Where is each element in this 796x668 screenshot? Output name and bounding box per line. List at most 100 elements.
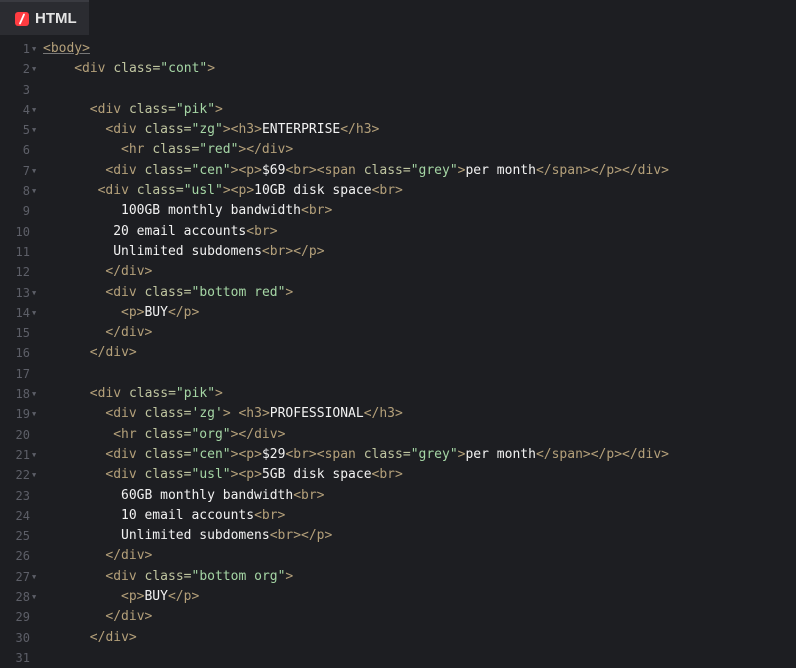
code-line: 31 (0, 648, 796, 668)
code-token: <body> (43, 41, 90, 56)
code-line: 12 </div> (0, 262, 796, 282)
code-token: BUY (144, 304, 168, 320)
code-line: 30 </div> (0, 628, 796, 648)
code-token: 20 email accounts (113, 223, 247, 239)
code-token: "cen" (191, 162, 231, 178)
editor-tab-bar: HTML (0, 0, 796, 35)
code-token: <div (105, 446, 145, 462)
fold-arrow-icon[interactable]: ▼ (32, 181, 36, 201)
code-token: <br><span (285, 162, 364, 178)
code-token: <div (105, 122, 145, 138)
line-number: 1 (22, 42, 30, 56)
code-token: <div (105, 284, 145, 300)
code-token: ><p> (230, 446, 262, 462)
code-line: 9 100GB monthly bandwidth<br> (0, 201, 796, 221)
code-token: class= (136, 183, 184, 199)
code-token: </span></p></div> (535, 446, 669, 462)
code-token: <br> (293, 487, 325, 503)
code-token: <br></p> (269, 528, 333, 544)
code-line: 27 ▼ <div class="bottom org"> (0, 567, 796, 587)
code-token: class= (113, 61, 161, 77)
code-token: <div (89, 101, 129, 117)
fold-arrow-icon[interactable]: ▼ (32, 567, 36, 587)
code-token: > (207, 61, 216, 77)
fold-arrow-icon[interactable]: ▼ (32, 465, 36, 485)
code-line: 25 Unlimited subdomens<br></p> (0, 526, 796, 546)
code-text: <hr class="org"></div> (113, 425, 285, 445)
code-token: "usl" (191, 467, 231, 483)
fold-arrow-icon[interactable]: ▼ (32, 283, 36, 303)
code-token: "cen" (191, 446, 231, 462)
line-number: 6 (22, 143, 30, 158)
code-token: ><p> (230, 162, 262, 178)
code-line: 20 <hr class="org"></div> (0, 425, 796, 445)
code-token: </div> (105, 264, 153, 280)
line-number: 14 (15, 305, 30, 320)
code-token: ><h3> (222, 122, 262, 138)
code-line: 7 ▼ <div class="cen"><p>$69<br><span class… (0, 161, 796, 181)
code-line: 6 <hr class="red"></div> (0, 140, 796, 160)
line-number: 25 (15, 529, 30, 544)
code-token: <br> (371, 183, 403, 199)
code-token: ></div> (238, 142, 294, 158)
code-token: class= (144, 406, 192, 422)
code-token: class= (144, 467, 192, 483)
code-token: class= (128, 101, 176, 117)
code-line: 2 ▼ <div class="cont"> (0, 59, 796, 79)
tab-label: HTML (35, 10, 77, 27)
code-token: <hr (113, 426, 145, 442)
code-text: <hr class="red"></div> (121, 140, 293, 160)
code-token: > (215, 101, 223, 117)
line-number: 22 (15, 468, 30, 483)
line-number: 27 (15, 569, 30, 584)
code-line: 15 </div> (0, 323, 796, 343)
code-token: BUY (144, 589, 168, 605)
line-number: 13 (15, 285, 30, 300)
code-token: "red" (199, 142, 239, 158)
code-text: <div class="bottom org"> (105, 567, 293, 587)
line-number: 4 (22, 102, 30, 117)
html-logo-icon (15, 11, 29, 26)
code-text: <div class="cen"><p>$69<br><span class="… (105, 161, 669, 181)
code-text: 10 email accounts<br> (121, 506, 285, 526)
code-line: 19 ▼ <div class='zg'> <h3>PROFESSIONAL</h3… (0, 404, 796, 424)
code-token: </div> (105, 325, 153, 341)
line-number: 8 (22, 184, 30, 199)
code-token: <div (105, 467, 145, 483)
code-token: > <h3> (222, 406, 270, 422)
fold-arrow-icon[interactable]: ▼ (32, 587, 36, 607)
fold-arrow-icon[interactable]: ▼ (32, 120, 36, 140)
code-token: <br></p> (261, 243, 325, 259)
fold-arrow-icon[interactable]: ▼ (32, 100, 36, 120)
code-token: </p> (167, 304, 200, 320)
code-line: 11 Unlimited subdomens<br></p> (0, 242, 796, 262)
code-token: </span></p></div> (535, 162, 669, 178)
code-token: 5GB disk space (261, 467, 372, 483)
line-number: 26 (15, 549, 30, 564)
code-token: </h3> (340, 122, 380, 138)
tab-html[interactable]: HTML (0, 0, 89, 35)
code-token: <br> (254, 507, 286, 523)
line-number: 15 (15, 326, 30, 341)
code-line: 10 20 email accounts<br> (0, 222, 796, 242)
code-token: class= (144, 568, 192, 584)
code-token: Unlimited subdomens (113, 243, 262, 259)
fold-arrow-icon[interactable]: ▼ (32, 39, 36, 59)
code-token: > (285, 284, 294, 300)
fold-arrow-icon[interactable]: ▼ (32, 404, 36, 424)
fold-arrow-icon[interactable]: ▼ (32, 161, 36, 181)
code-text: <p>BUY</p> (121, 303, 199, 323)
fold-arrow-icon[interactable]: ▼ (32, 303, 36, 323)
code-text: </div> (105, 546, 152, 566)
line-number: 29 (15, 610, 30, 625)
code-token: </div> (105, 548, 153, 564)
code-token: <br> (371, 467, 403, 483)
code-line: 13 ▼ <div class="bottom red"> (0, 283, 796, 303)
fold-arrow-icon[interactable]: ▼ (32, 384, 36, 404)
code-line: 29 </div> (0, 607, 796, 627)
fold-arrow-icon[interactable]: ▼ (32, 445, 36, 465)
code-token: ENTERPRISE (261, 122, 341, 138)
code-editor[interactable]: 1 ▼ <body> 2 ▼ <div class="cont"> 3 4 ▼ <div clas… (0, 35, 796, 665)
fold-arrow-icon[interactable]: ▼ (32, 59, 36, 79)
code-text: </div> (105, 607, 152, 627)
